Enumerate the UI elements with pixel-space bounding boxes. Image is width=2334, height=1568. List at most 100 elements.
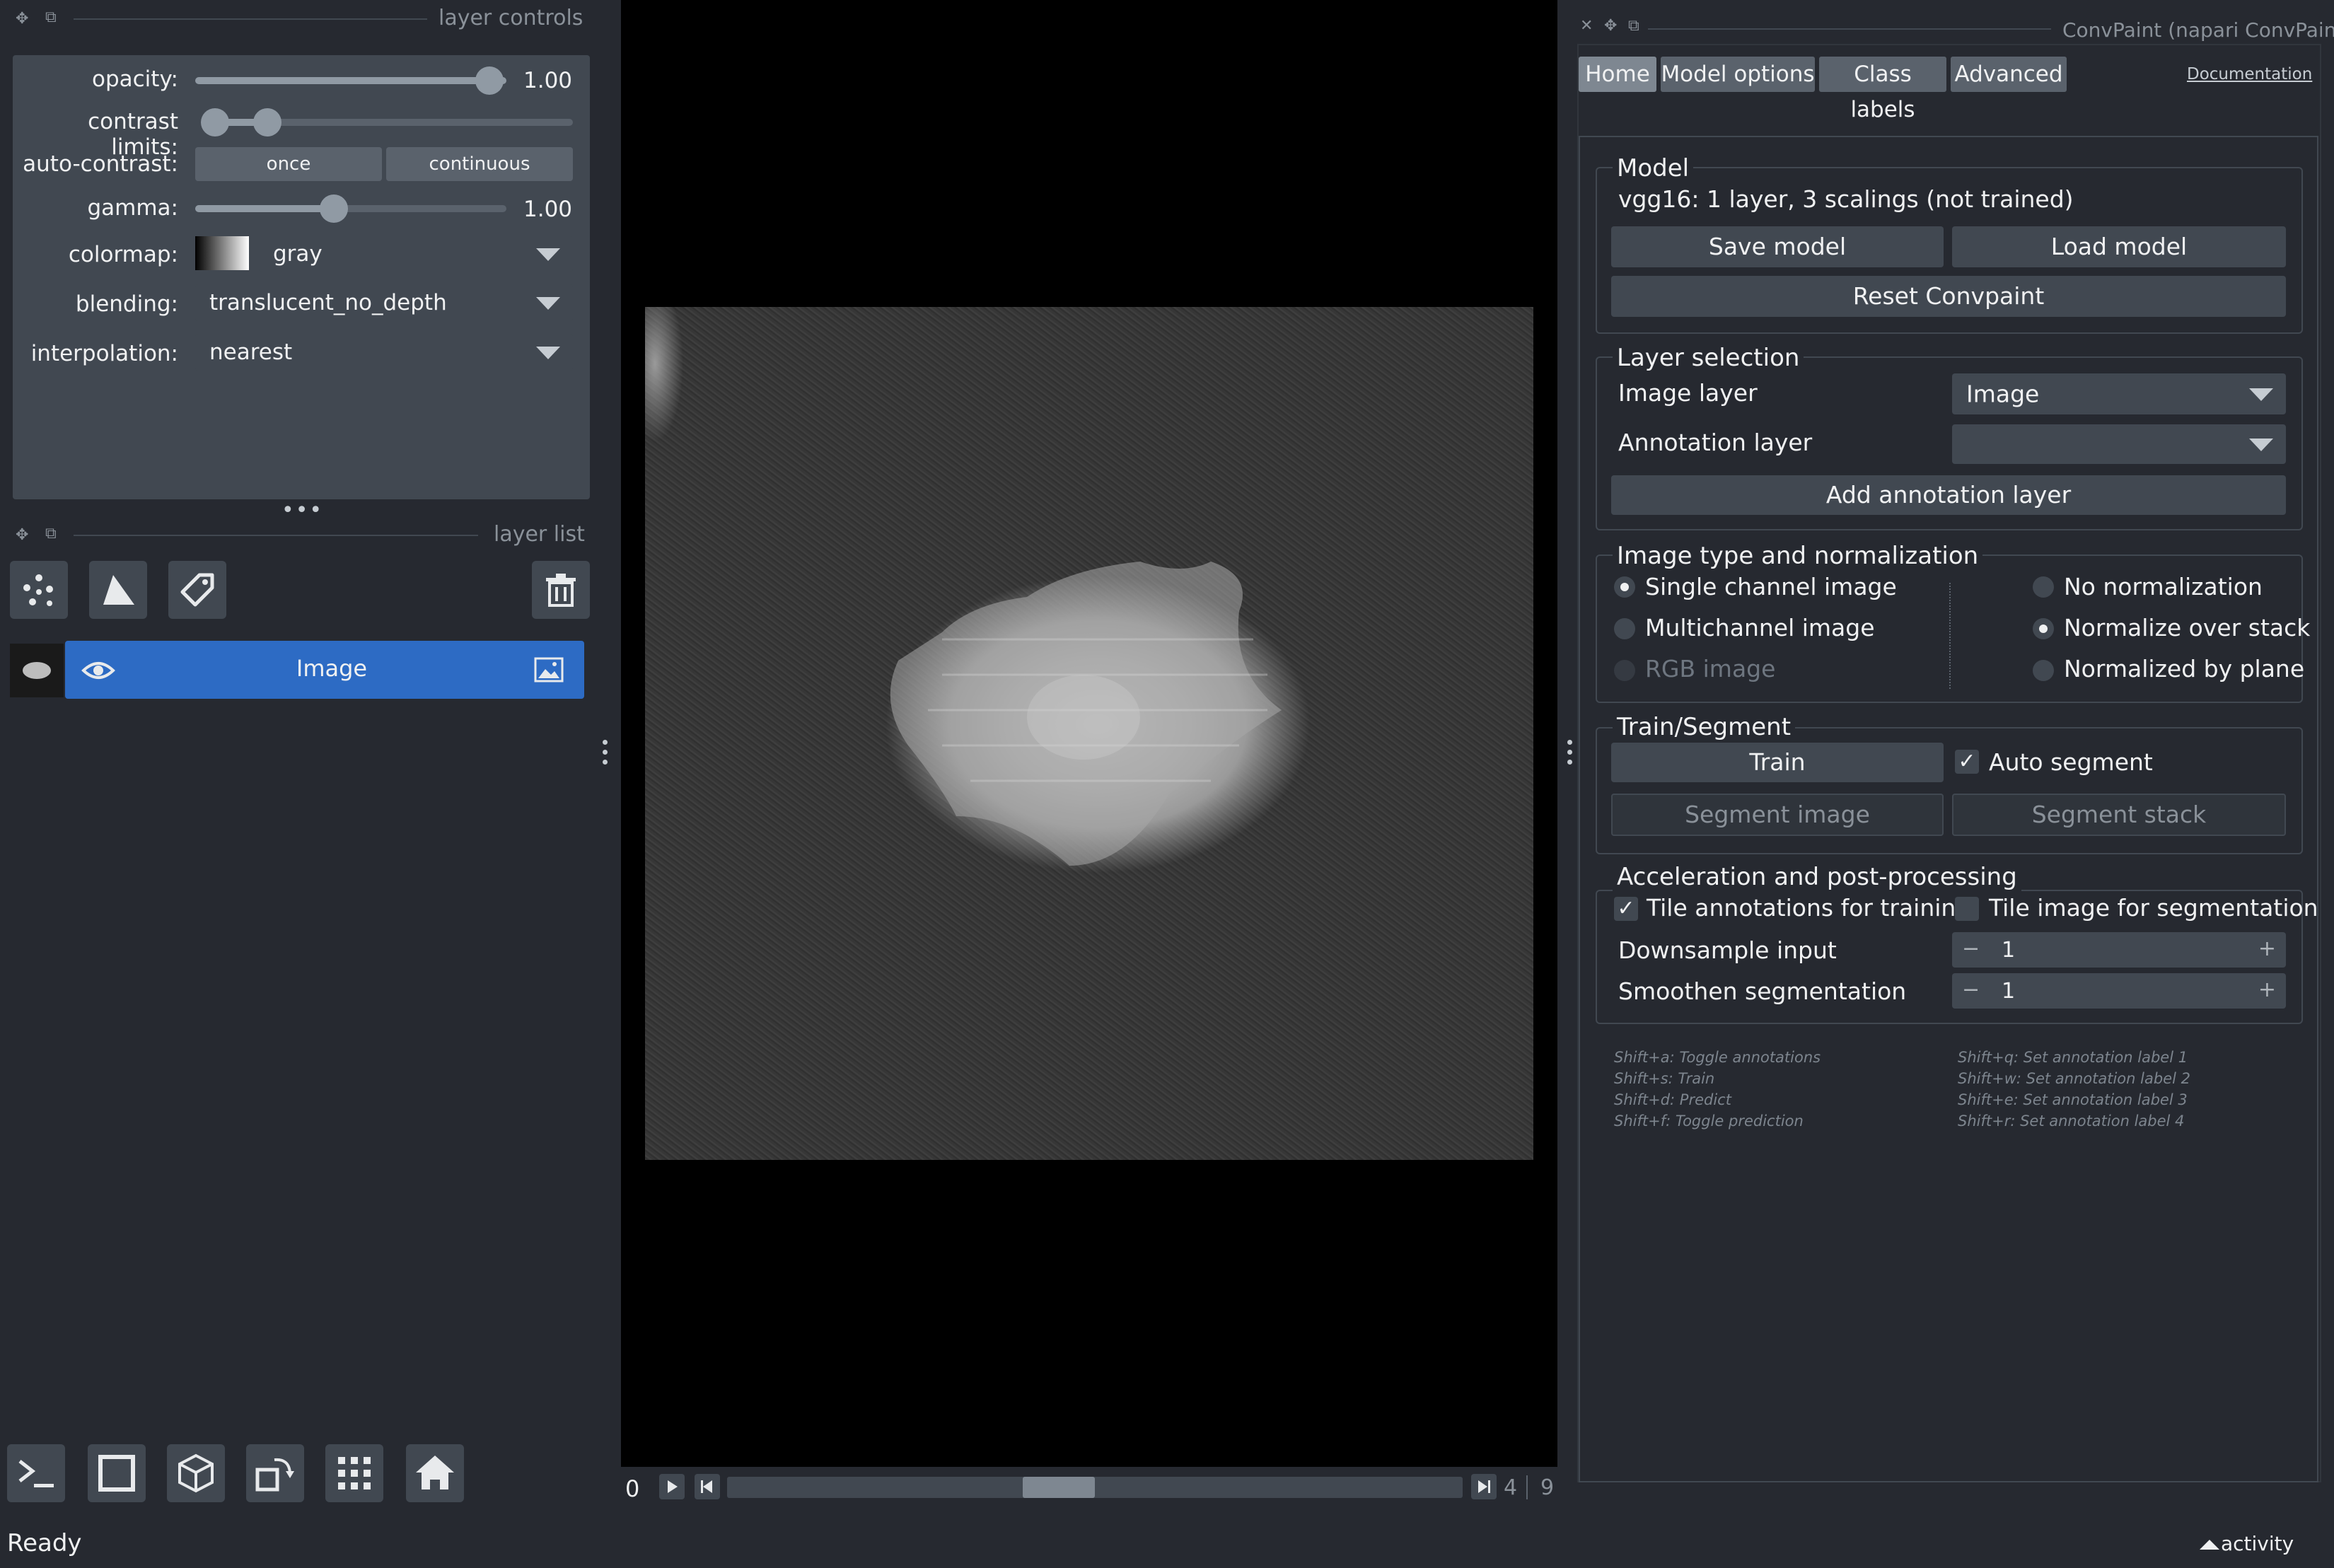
layer-selection-title: Layer selection [1613, 344, 1804, 372]
gamma-slider-handle[interactable] [320, 194, 348, 223]
left-dock-splitter[interactable] [603, 740, 608, 765]
blending-dropdown[interactable]: translucent_no_depth [195, 284, 573, 321]
eye-icon[interactable] [81, 656, 116, 685]
close-icon[interactable]: ✕ [1580, 17, 1593, 35]
play-button[interactable] [659, 1474, 685, 1499]
opacity-slider[interactable] [195, 77, 506, 84]
chevron-down-icon [2249, 439, 2273, 451]
dims-current-value[interactable]: 4 [1504, 1475, 1517, 1500]
panel-splitter-handle[interactable]: ••• [281, 498, 323, 523]
no-normalization-radio[interactable] [2033, 576, 2054, 598]
undock-icon[interactable]: ⧉ [1628, 17, 1639, 35]
increment-icon[interactable]: + [2258, 977, 2276, 1002]
play-icon [668, 1480, 678, 1493]
multichannel-label[interactable]: Multichannel image [1645, 614, 1875, 641]
undock-icon[interactable]: ⧉ [45, 8, 57, 26]
decrement-icon[interactable]: − [1962, 977, 1980, 1002]
tab-advanced[interactable]: Advanced [1951, 57, 2067, 92]
auto-contrast-continuous-button[interactable]: continuous [386, 147, 573, 181]
grid-view-button[interactable] [325, 1444, 383, 1502]
trash-icon [546, 574, 576, 607]
layer-list-item[interactable]: Image [10, 641, 584, 699]
activity-toggle[interactable]: activity [2200, 1532, 2294, 1555]
train-button[interactable]: Train [1611, 743, 1944, 782]
single-channel-label[interactable]: Single channel image [1645, 573, 1897, 600]
segment-image-button[interactable]: Segment image [1611, 794, 1944, 836]
layer-name[interactable]: Image [194, 655, 470, 682]
dims-slider-track[interactable] [727, 1477, 1463, 1498]
auto-segment-label[interactable]: Auto segment [1989, 748, 2153, 776]
segment-stack-button[interactable]: Segment stack [1952, 794, 2286, 836]
documentation-link[interactable]: Documentation [2187, 65, 2312, 83]
no-normalization-label[interactable]: No normalization [2064, 573, 2263, 600]
annotation-layer-dropdown[interactable] [1952, 424, 2286, 464]
reset-convpaint-button[interactable]: Reset Convpaint [1611, 276, 2286, 317]
shortcut-line: Shift+w: Set annotation label 2 [1958, 1070, 2190, 1087]
reset-view-button[interactable] [406, 1444, 464, 1502]
add-annotation-layer-button[interactable]: Add annotation layer [1611, 475, 2286, 515]
save-model-button[interactable]: Save model [1611, 226, 1944, 267]
right-dock-splitter[interactable] [1567, 740, 1573, 765]
image-layer-dropdown[interactable]: Image [1952, 373, 2286, 414]
step-back-button[interactable] [695, 1474, 720, 1499]
decrement-icon[interactable]: − [1962, 936, 1980, 961]
blending-label: blending: [75, 291, 178, 317]
toggle-ndisplay-button[interactable] [88, 1444, 146, 1502]
smoothen-spinbox[interactable]: − 1 + [1952, 973, 2286, 1009]
load-model-button[interactable]: Load model [1952, 226, 2286, 267]
tab-class-labels[interactable]: Class labels [1819, 57, 1946, 122]
normalize-plane-radio[interactable] [2033, 660, 2054, 681]
terminal-icon [18, 1460, 54, 1487]
opacity-slider-handle[interactable] [475, 66, 504, 95]
canvas[interactable] [621, 0, 1557, 1467]
delete-layer-button[interactable] [532, 561, 590, 619]
auto-contrast-label: auto-contrast: [23, 151, 178, 177]
tile-annotations-label[interactable]: Tile annotations for training [1647, 894, 1970, 922]
transpose-button[interactable] [246, 1444, 304, 1502]
roll-dims-button[interactable] [167, 1444, 225, 1502]
label-tag-icon [180, 573, 214, 607]
undock-icon[interactable]: ⧉ [45, 525, 57, 542]
increment-icon[interactable]: + [2258, 936, 2276, 961]
rgb-radio[interactable] [1614, 660, 1635, 681]
multichannel-radio[interactable] [1614, 618, 1635, 639]
new-labels-layer-button[interactable] [168, 561, 226, 619]
tab-model-options[interactable]: Model options [1661, 57, 1815, 92]
float-icon[interactable]: ✥ [16, 10, 28, 28]
auto-segment-checkbox[interactable]: ✓ [1955, 750, 1979, 774]
opacity-label: opacity: [92, 66, 178, 92]
annotation-layer-label: Annotation layer [1618, 429, 1813, 456]
single-channel-radio[interactable] [1614, 576, 1635, 598]
new-points-layer-button[interactable] [10, 561, 68, 619]
gamma-label: gamma: [87, 195, 178, 221]
tile-annotations-checkbox[interactable]: ✓ [1614, 897, 1638, 921]
console-button[interactable] [7, 1444, 65, 1502]
shortcuts-right: Shift+q: Set annotation label 1 Shift+w:… [1958, 1047, 2190, 1132]
new-shapes-layer-button[interactable] [89, 561, 147, 619]
square-icon [98, 1455, 135, 1492]
shortcut-line: Shift+f: Toggle prediction [1614, 1113, 1804, 1129]
points-icon [23, 574, 53, 606]
float-icon[interactable]: ✥ [1604, 17, 1617, 35]
colormap-dropdown[interactable]: gray [259, 236, 573, 272]
chevron-up-icon [2200, 1540, 2219, 1550]
contrast-min-handle[interactable] [201, 108, 229, 137]
tab-home[interactable]: Home [1579, 57, 1656, 92]
interpolation-dropdown[interactable]: nearest [195, 334, 573, 371]
shortcut-line: Shift+d: Predict [1614, 1091, 1731, 1108]
normalize-stack-radio[interactable] [2033, 618, 2054, 639]
chevron-down-icon [2249, 388, 2273, 401]
auto-contrast-once-button[interactable]: once [195, 147, 382, 181]
chevron-down-icon [536, 347, 560, 359]
interpolation-label: interpolation: [30, 341, 178, 366]
step-forward-button[interactable] [1471, 1474, 1497, 1499]
contrast-max-handle[interactable] [253, 108, 281, 137]
normalize-stack-label[interactable]: Normalize over stack [2064, 614, 2310, 641]
tile-image-checkbox[interactable] [1955, 897, 1979, 921]
tile-image-label[interactable]: Tile image for segmentation [1989, 894, 2318, 922]
normalize-plane-label[interactable]: Normalized by plane [2064, 655, 2304, 683]
dims-slider-handle[interactable] [1023, 1477, 1095, 1498]
downsample-spinbox[interactable]: − 1 + [1952, 932, 2286, 968]
float-icon[interactable]: ✥ [16, 526, 28, 544]
rgb-label[interactable]: RGB image [1645, 655, 1775, 683]
